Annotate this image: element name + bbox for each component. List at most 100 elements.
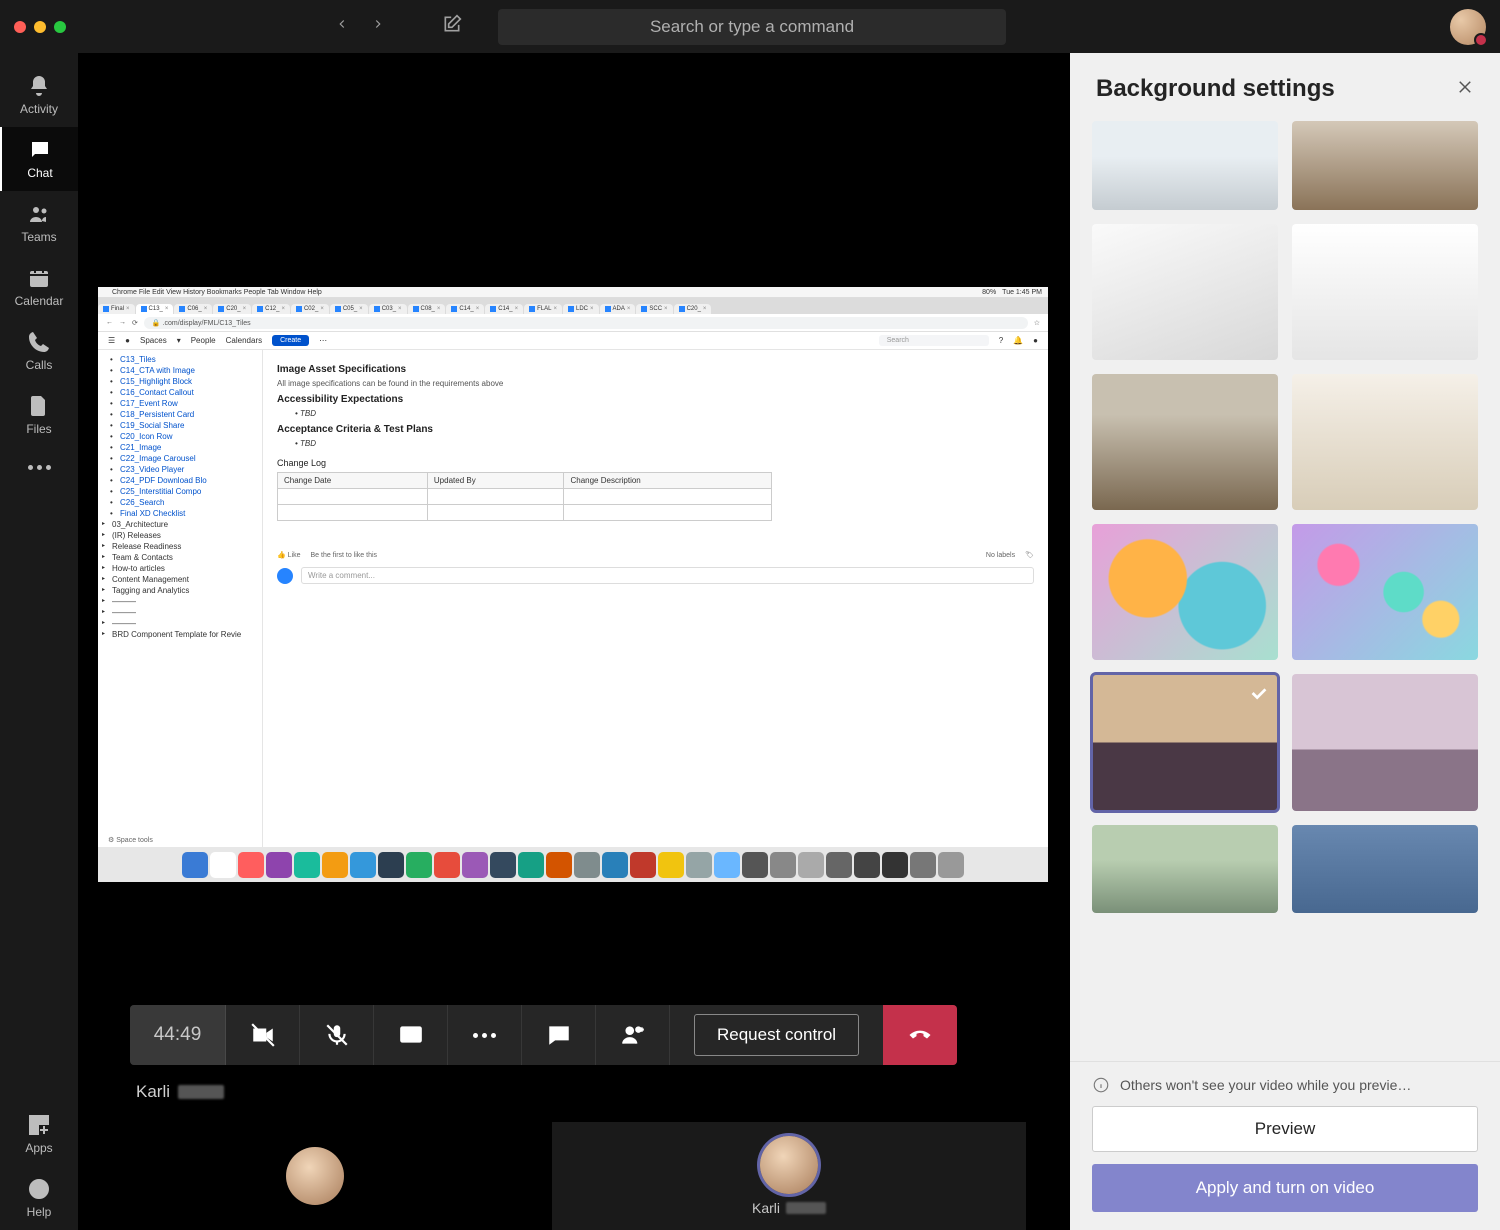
sidebar-item: Content Management — [98, 574, 262, 585]
browser-tab: LDC × — [563, 304, 599, 314]
sidebar-item: ——— — [98, 607, 262, 618]
browser-tab: C20_ × — [674, 304, 712, 314]
participant-tile[interactable]: Karli — [552, 1122, 1026, 1230]
dock-app-icon — [602, 852, 628, 878]
nav-spaces: Spaces — [140, 336, 167, 345]
space-tools-link: ⚙ Space tools — [108, 836, 153, 844]
sidebar-item: C15_Highlight Block — [98, 376, 262, 387]
background-option[interactable] — [1092, 224, 1278, 360]
shared-browser-addressbar: ←→⟳ 🔒 .com/display/FML/C13_Tiles ☆ — [98, 314, 1048, 332]
request-control-button[interactable]: Request control — [694, 1014, 859, 1056]
heading-image-asset: Image Asset Specifications — [277, 364, 1034, 375]
tbd-text: TBD — [300, 439, 316, 448]
background-option[interactable] — [1292, 121, 1478, 210]
participants-toggle[interactable] — [596, 1005, 670, 1065]
rail-chat[interactable]: Chat — [0, 127, 78, 191]
nav-people: People — [191, 336, 216, 345]
rail-help[interactable]: Help — [0, 1166, 78, 1230]
rail-label: Teams — [21, 230, 56, 244]
browser-tab: C08_ × — [408, 304, 446, 314]
hangup-button[interactable] — [883, 1005, 957, 1065]
shared-mac-menubar: Chrome File Edit View History Bookmarks … — [98, 287, 1048, 298]
background-option[interactable] — [1092, 825, 1278, 914]
chat-toggle[interactable] — [522, 1005, 596, 1065]
preview-button[interactable]: Preview — [1092, 1106, 1478, 1152]
dock-app-icon — [462, 852, 488, 878]
comment-input: Write a comment... — [301, 567, 1034, 584]
subtext: All image specifications can be found in… — [277, 379, 1034, 388]
rail-teams[interactable]: Teams — [0, 191, 78, 255]
back-button[interactable] — [335, 17, 349, 36]
rail-calls[interactable]: Calls — [0, 319, 78, 383]
background-option[interactable] — [1092, 524, 1278, 660]
dock-app-icon — [406, 852, 432, 878]
dock-app-icon — [770, 852, 796, 878]
call-timer: 44:49 — [130, 1005, 226, 1065]
camera-toggle[interactable] — [226, 1005, 300, 1065]
sidebar-item: (IR) Releases — [98, 530, 262, 541]
background-option[interactable] — [1292, 825, 1478, 914]
background-option[interactable] — [1092, 121, 1278, 210]
rail-calendar[interactable]: Calendar — [0, 255, 78, 319]
browser-tab: C05_ × — [330, 304, 368, 314]
browser-tab: C14_ × — [485, 304, 523, 314]
more-actions-button[interactable] — [448, 1005, 522, 1065]
background-option[interactable] — [1292, 374, 1478, 510]
sidebar-item: C22_Image Carousel — [98, 453, 262, 464]
create-button: Create — [272, 335, 309, 346]
share-button[interactable] — [374, 1005, 448, 1065]
apply-button[interactable]: Apply and turn on video — [1092, 1164, 1478, 1212]
background-option[interactable] — [1292, 674, 1478, 810]
background-option[interactable] — [1292, 224, 1478, 360]
sidebar-item: C19_Social Share — [98, 420, 262, 431]
heading-changelog: Change Log — [277, 458, 1034, 468]
nav-controls — [335, 17, 385, 36]
sidebar-item: C14_CTA with Image — [98, 365, 262, 376]
close-window-button[interactable] — [14, 21, 26, 33]
nolabels-label: No labels — [986, 552, 1015, 559]
presence-indicator — [1474, 33, 1488, 47]
sidebar-item: C13_Tiles — [98, 354, 262, 365]
browser-tab: C20_ × — [213, 304, 251, 314]
meeting-controls: 44:49 Request control — [130, 1005, 957, 1065]
befirst-label: Be the first to like this — [311, 552, 378, 559]
browser-tab: C02_ × — [291, 304, 329, 314]
search-input[interactable]: Search or type a command — [498, 9, 1006, 45]
maximize-window-button[interactable] — [54, 21, 66, 33]
window-controls — [14, 21, 66, 33]
browser-tab: C13_ × — [136, 304, 174, 314]
background-option[interactable] — [1092, 374, 1278, 510]
close-panel-button[interactable] — [1456, 78, 1474, 101]
participant-tile[interactable] — [78, 1122, 552, 1230]
shared-browser-tabs: Final ×C13_ ×C06_ ×C20_ ×C12_ ×C02_ ×C05… — [98, 298, 1048, 314]
dock-app-icon — [798, 852, 824, 878]
shared-screen: Chrome File Edit View History Bookmarks … — [98, 287, 1048, 882]
participant-name: Karli — [752, 1200, 780, 1216]
dock-app-icon — [294, 852, 320, 878]
dock-app-icon — [826, 852, 852, 878]
shared-confluence-sidebar: C13_TilesC14_CTA with ImageC15_Highlight… — [98, 350, 263, 847]
background-option[interactable] — [1092, 674, 1278, 810]
rail-apps[interactable]: Apps — [0, 1102, 78, 1166]
sidebar-item: C24_PDF Download Blo — [98, 475, 262, 486]
background-settings-panel: Background settings Others won't see you… — [1070, 53, 1500, 1230]
compose-button[interactable] — [442, 14, 462, 39]
dock-app-icon — [714, 852, 740, 878]
rail-more[interactable] — [0, 447, 78, 487]
rail-activity[interactable]: Activity — [0, 63, 78, 127]
rail-label: Files — [26, 422, 51, 436]
browser-tab: C14_ × — [446, 304, 484, 314]
rail-files[interactable]: Files — [0, 383, 78, 447]
forward-button[interactable] — [371, 17, 385, 36]
sidebar-item: How-to articles — [98, 563, 262, 574]
conf-search: Search — [879, 335, 989, 346]
dock-app-icon — [210, 852, 236, 878]
background-option[interactable] — [1292, 524, 1478, 660]
mic-toggle[interactable] — [300, 1005, 374, 1065]
browser-tab: C06_ × — [174, 304, 212, 314]
heading-accessibility: Accessibility Expectations — [277, 394, 1034, 405]
shared-confluence-header: ☰● Spaces▾ People Calendars Create ⋯ Sea… — [98, 332, 1048, 350]
minimize-window-button[interactable] — [34, 21, 46, 33]
browser-tab: ADA × — [600, 304, 636, 314]
user-avatar[interactable] — [1450, 9, 1486, 45]
